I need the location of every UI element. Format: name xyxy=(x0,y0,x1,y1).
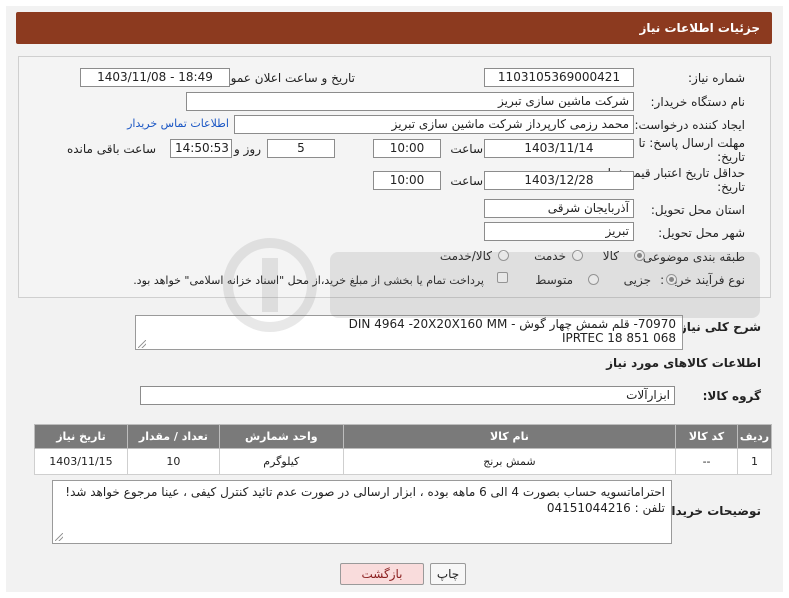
col-header-row-number: ردیف xyxy=(737,424,772,449)
city-label: شهر محل تحویل: xyxy=(658,226,745,240)
purchase-type-radio-medium[interactable] xyxy=(588,274,599,285)
cell-unit: کیلوگرم xyxy=(218,448,344,475)
cell-need-date: 1403/11/15 xyxy=(34,448,128,475)
cell-item-name: شمش برنج xyxy=(342,448,677,475)
category-option-service: خدمت xyxy=(534,249,566,263)
purchase-type-option-minor: جزیی xyxy=(623,273,651,287)
page-header: جزئیات اطلاعات نیاز xyxy=(16,12,772,44)
buyer-notes-label: توضیحات خریدار: xyxy=(659,504,761,518)
resize-grip-icon[interactable] xyxy=(138,340,146,348)
remaining-time-field: 14:50:53 xyxy=(170,139,232,158)
reply-deadline-time-field: 10:00 xyxy=(373,139,441,158)
buyer-org-field: شرکت ماشین سازی تبریز xyxy=(186,92,634,111)
price-validity-label-date: تاریخ: xyxy=(717,180,745,194)
reply-deadline-days-label: روز و xyxy=(234,142,261,156)
reply-deadline-days-field: 5 xyxy=(267,139,335,158)
summary-label: شرح کلی نیاز: xyxy=(675,320,761,334)
category-radio-goods-service[interactable] xyxy=(498,250,509,261)
province-label: استان محل تحویل: xyxy=(650,203,745,217)
summary-line-1: 70970- قلم شمش چهار گوش - DIN 4964 -20X2… xyxy=(348,317,676,331)
table-header-row: ردیف کد کالا نام کالا واحد شمارش تعداد /… xyxy=(34,424,772,449)
goods-group-field: ابزارآلات xyxy=(140,386,675,405)
treasury-payment-note: پرداخت تمام یا بخشی از مبلغ خرید،از محل … xyxy=(133,274,484,287)
back-button[interactable]: بازگشت xyxy=(340,563,424,585)
treasury-payment-checkbox[interactable] xyxy=(497,272,508,283)
col-header-item-name: نام کالا xyxy=(342,424,677,449)
goods-section-title: اطلاعات کالاهای مورد نیاز xyxy=(606,356,761,370)
reply-deadline-date-field: 1403/11/14 xyxy=(484,139,634,158)
reply-deadline-label: مهلت ارسال پاسخ: تا xyxy=(638,136,745,150)
need-number-label: شماره نیاز: xyxy=(688,71,745,85)
reply-deadline-time-label: ساعت xyxy=(450,142,483,156)
price-validity-time-label: ساعت xyxy=(450,174,483,188)
announce-datetime-field: 1403/11/08 - 18:49 xyxy=(80,68,230,87)
col-header-unit: واحد شمارش xyxy=(218,424,344,449)
category-option-goods: کالا xyxy=(602,249,619,263)
table-row[interactable]: 1 -- شمش برنج کیلوگرم 10 1403/11/15 xyxy=(34,448,772,475)
items-table: ردیف کد کالا نام کالا واحد شمارش تعداد /… xyxy=(34,424,772,475)
col-header-item-code: کد کالا xyxy=(675,424,739,449)
summary-line-2: IPRTEC 18 851 068 xyxy=(561,331,676,345)
province-field: آذربایجان شرقی xyxy=(484,199,634,218)
reply-deadline-label-date: تاریخ: xyxy=(717,150,745,164)
price-validity-date-field: 1403/12/28 xyxy=(484,171,634,190)
category-radio-goods[interactable] xyxy=(634,250,645,261)
purchase-type-option-medium: متوسط xyxy=(535,273,573,287)
buyer-contact-link[interactable]: اطلاعات تماس خریدار xyxy=(127,117,229,130)
purchase-type-radio-minor[interactable] xyxy=(666,274,677,285)
buyer-notes-text: احتراماتسویه حساب بصورت 4 الی 6 ماهه بود… xyxy=(65,485,665,515)
resize-grip-icon[interactable] xyxy=(55,533,63,541)
category-radio-service[interactable] xyxy=(572,250,583,261)
cell-item-code: -- xyxy=(675,448,739,475)
page-title: جزئیات اطلاعات نیاز xyxy=(639,21,760,35)
category-option-goods-service: کالا/خدمت xyxy=(439,249,492,263)
need-number-field: 1103105369000421 xyxy=(484,68,634,87)
col-header-quantity: تعداد / مقدار xyxy=(126,424,220,449)
cell-row-number: 1 xyxy=(737,448,772,475)
buyer-org-label: نام دستگاه خریدار: xyxy=(650,95,746,109)
announce-datetime-label: تاریخ و ساعت اعلان عمومی: xyxy=(210,71,355,85)
cell-quantity: 10 xyxy=(126,448,220,475)
city-field: تبریز xyxy=(484,222,634,241)
price-validity-time-field: 10:00 xyxy=(373,171,441,190)
summary-textarea[interactable]: 70970- قلم شمش چهار گوش - DIN 4964 -20X2… xyxy=(135,315,683,350)
requester-field: محمد رزمی کارپرداز شرکت ماشین سازی تبریز xyxy=(234,115,634,134)
buyer-notes-textarea[interactable]: احتراماتسویه حساب بصورت 4 الی 6 ماهه بود… xyxy=(52,480,672,544)
category-label: طبقه بندی موضوعی: xyxy=(638,250,745,264)
goods-group-label: گروه کالا: xyxy=(702,389,761,403)
remaining-time-label: ساعت باقی مانده xyxy=(66,142,156,156)
col-header-need-date: تاریخ نیاز xyxy=(34,424,128,449)
requester-label: ایجاد کننده درخواست: xyxy=(634,118,745,132)
print-button[interactable]: چاپ xyxy=(430,563,466,585)
